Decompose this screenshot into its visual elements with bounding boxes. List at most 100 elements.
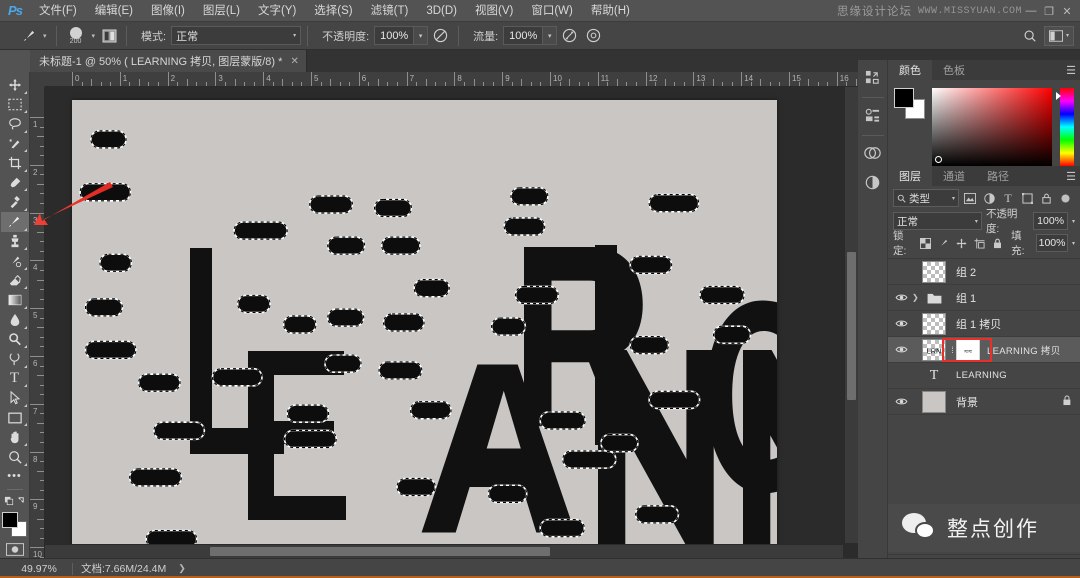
menu-edit[interactable]: 编辑(E) — [86, 0, 142, 22]
menu-file[interactable]: 文件(F) — [30, 0, 86, 22]
layer-fill-input[interactable]: 100% — [1036, 234, 1068, 252]
history-panel-icon[interactable] — [860, 64, 886, 90]
document-tab[interactable]: 未标题-1 @ 50% ( LEARNING 拷贝, 图层蒙版/8) * ✕ — [30, 50, 307, 72]
table-row[interactable]: 组 2 — [888, 259, 1080, 285]
vertical-scrollbar[interactable] — [844, 87, 858, 543]
restore-button[interactable]: ❐ — [1040, 5, 1058, 18]
search-icon[interactable] — [1018, 25, 1042, 47]
adjustments-panel-icon[interactable] — [860, 169, 886, 195]
tab-swatches[interactable]: 色板 — [932, 60, 976, 80]
layer-name[interactable]: 组 2 — [949, 264, 976, 280]
brush-tool[interactable] — [0, 212, 29, 232]
menu-layer[interactable]: 图层(L) — [194, 0, 249, 22]
eye-icon[interactable] — [890, 337, 912, 363]
horizontal-scroll-thumb[interactable] — [210, 547, 550, 556]
tab-channels[interactable]: 通道 — [932, 166, 976, 186]
lock-image-pixels-icon[interactable] — [936, 235, 950, 251]
layer-opacity-stepper[interactable]: ▾ — [1072, 218, 1075, 225]
rectangle-tool[interactable] — [1, 408, 29, 428]
lasso-tool[interactable] — [1, 114, 29, 134]
table-row[interactable]: T LEARNING — [888, 363, 1080, 389]
lock-artboard-nesting-icon[interactable] — [972, 235, 986, 251]
airbrush-icon[interactable] — [557, 25, 581, 47]
table-row[interactable]: 背景 — [888, 389, 1080, 415]
clone-stamp-tool[interactable] — [1, 232, 29, 252]
smoothing-icon[interactable] — [581, 25, 605, 47]
quick-mask-icon[interactable] — [4, 541, 26, 558]
brush-tool-caret[interactable]: ▾ — [40, 32, 50, 40]
table-row[interactable]: ❯ 组 1 — [888, 285, 1080, 311]
quick-selection-tool[interactable] — [1, 134, 29, 154]
marquee-tool[interactable] — [1, 95, 29, 115]
filter-type-icon[interactable]: T — [1000, 189, 1016, 207]
lock-transparent-pixels-icon[interactable] — [918, 235, 932, 251]
eye-icon[interactable] — [890, 363, 912, 389]
canvas-scroll-area[interactable]: ◢ — [45, 87, 843, 558]
document-canvas[interactable] — [72, 100, 777, 558]
layer-thumbnail[interactable] — [922, 260, 946, 283]
table-row[interactable]: 组 1 拷贝 — [888, 311, 1080, 337]
menu-image[interactable]: 图像(I) — [142, 0, 194, 22]
color-picker-field[interactable] — [932, 88, 1052, 166]
layer-name[interactable]: 背景 — [949, 394, 978, 410]
menu-select[interactable]: 选择(S) — [305, 0, 361, 22]
layer-thumbnail[interactable] — [922, 287, 946, 309]
layer-thumbnail[interactable]: LRN — [922, 338, 946, 361]
layer-thumbnail[interactable]: T — [922, 365, 946, 387]
opacity-stepper[interactable]: ▾ — [414, 26, 429, 45]
panel-menu-icon[interactable]: ☰ — [1066, 166, 1076, 186]
flow-stepper[interactable]: ▾ — [543, 26, 558, 45]
layer-opacity-input[interactable]: 100% — [1033, 212, 1068, 230]
layer-thumbnail[interactable] — [922, 390, 946, 413]
default-colors-icon[interactable] — [1, 493, 29, 508]
move-tool[interactable] — [1, 75, 29, 95]
color-panel-foreground-swatch[interactable] — [894, 88, 914, 108]
brush-tool-icon[interactable] — [18, 25, 40, 47]
eye-icon[interactable] — [890, 389, 912, 415]
properties-panel-icon[interactable] — [860, 102, 886, 128]
eyedropper-tool[interactable] — [1, 173, 29, 193]
group-expander[interactable]: ❯ — [912, 293, 922, 302]
dodge-tool[interactable] — [1, 330, 29, 350]
healing-brush-tool[interactable] — [1, 192, 29, 212]
eye-icon[interactable] — [890, 285, 912, 311]
brush-panel-icon[interactable] — [98, 25, 120, 47]
lock-position-icon[interactable] — [954, 235, 968, 251]
layer-thumbnail[interactable] — [922, 312, 946, 335]
brush-preset-picker[interactable]: 200 — [63, 24, 89, 48]
layer-mask-link-icon[interactable]: ⁞ — [949, 345, 956, 355]
blend-mode-select[interactable]: 正常 ▾ — [171, 26, 302, 45]
layer-mask-thumbnail[interactable]: ≈≈ — [956, 338, 980, 361]
layer-fill-stepper[interactable]: ▾ — [1072, 240, 1075, 247]
zoom-tool[interactable] — [1, 447, 29, 467]
horizontal-scrollbar[interactable] — [45, 544, 843, 558]
cc-libraries-icon[interactable] — [860, 140, 886, 166]
menu-window[interactable]: 窗口(W) — [522, 0, 582, 22]
layer-name[interactable]: 组 1 — [949, 290, 976, 306]
pen-tool[interactable] — [1, 349, 29, 369]
close-button[interactable]: ✕ — [1058, 5, 1076, 18]
tab-layers[interactable]: 图层 — [888, 166, 932, 186]
tab-color[interactable]: 颜色 — [888, 60, 932, 80]
workspace-switcher-icon[interactable]: ▾ — [1043, 25, 1074, 46]
eye-icon[interactable] — [890, 311, 912, 337]
minimize-button[interactable]: — — [1022, 5, 1040, 17]
layer-name[interactable]: LEARNING 拷贝 — [980, 343, 1061, 357]
filter-shape-icon[interactable] — [1019, 189, 1035, 207]
path-selection-tool[interactable] — [1, 388, 29, 408]
pressure-opacity-icon[interactable] — [428, 25, 452, 47]
layer-filter-kind-select[interactable]: 类型 ▾ — [893, 189, 959, 207]
brush-preset-caret[interactable]: ▾ — [89, 32, 99, 40]
table-row[interactable]: LRN ⁞ ≈≈ LEARNING 拷贝 — [888, 337, 1080, 363]
color-swatches[interactable] — [1, 512, 28, 537]
filter-adjustment-icon[interactable] — [981, 189, 997, 207]
edit-toolbar-button[interactable]: ••• — [1, 467, 29, 487]
hand-tool[interactable] — [1, 427, 29, 447]
lock-all-icon[interactable] — [990, 235, 1004, 251]
filter-smart-object-icon[interactable] — [1038, 189, 1054, 207]
close-icon[interactable]: ✕ — [290, 56, 298, 67]
eye-icon[interactable] — [890, 259, 912, 285]
filter-toggle-icon[interactable] — [1057, 189, 1073, 207]
hue-slider[interactable] — [1056, 88, 1074, 166]
flow-input[interactable]: 100% — [503, 26, 544, 45]
